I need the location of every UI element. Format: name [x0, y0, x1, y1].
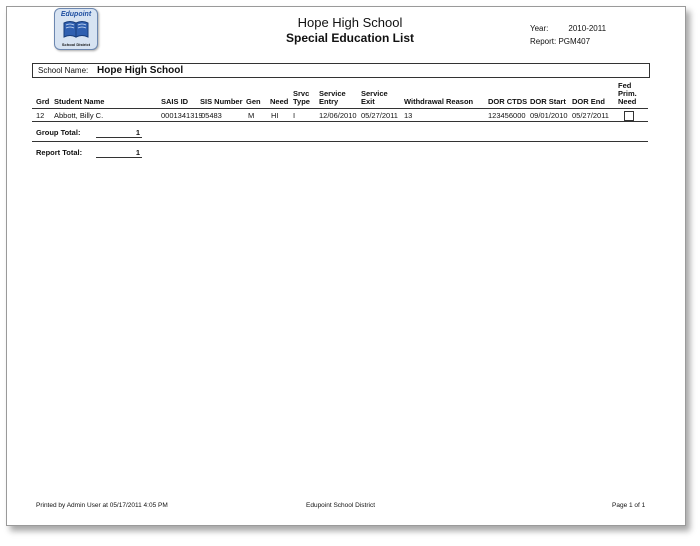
report-total-underline — [96, 157, 142, 158]
col-header-sis-number: SIS Number — [200, 97, 243, 106]
cell-sais-id: 0001341319 — [161, 111, 203, 120]
cell-withdrawal-reason: 13 — [404, 111, 413, 120]
district-logo: Edupoint School District — [54, 8, 98, 50]
group-total-label: Group Total: — [36, 128, 81, 137]
school-name-box: School Name: Hope High School — [32, 63, 650, 78]
report-label: Report: — [530, 37, 557, 46]
col-header-srvc-type: Srvc Type — [293, 90, 310, 106]
header-divider — [32, 108, 648, 109]
col-header-srvc-type-line2: Type — [293, 97, 310, 106]
cell-gen: M — [248, 111, 255, 120]
book-icon — [63, 21, 89, 38]
cell-service-entry: 12/06/2010 — [319, 111, 357, 120]
year-label: Year: — [530, 24, 549, 33]
col-header-service-exit-line2: Exit — [361, 97, 375, 106]
row-divider — [32, 121, 648, 122]
report-total-label: Report Total: — [36, 148, 83, 157]
year-value: 2010-2011 — [568, 24, 607, 33]
fed-prim-need-checkbox[interactable] — [624, 111, 634, 121]
cell-dor-start: 09/01/2010 — [530, 111, 568, 120]
col-header-gen: Gen — [246, 97, 261, 106]
group-total-value: 1 — [135, 128, 140, 137]
cell-sis-number: 05483 — [201, 111, 222, 120]
school-name-value: Hope High School — [97, 65, 184, 76]
cell-need: HI — [271, 111, 279, 120]
footer-page-number: Page 1 of 1 — [612, 502, 646, 509]
cell-srvc-type: I — [293, 111, 296, 120]
school-name-label: School Name: — [38, 66, 89, 75]
col-header-dor-end: DOR End — [572, 97, 605, 106]
group-total-underline — [96, 137, 142, 138]
logo-brand: Edupoint — [60, 11, 92, 18]
report-page — [6, 6, 686, 526]
col-header-dor-ctds: DOR CTDS — [488, 97, 528, 106]
report-code: PGM407 — [558, 37, 591, 46]
report-title: Special Education List — [285, 31, 415, 45]
cell-grd: 12 — [36, 111, 45, 120]
col-header-service-entry-line2: Entry — [319, 97, 339, 106]
cell-dor-ctds: 123456000 — [488, 111, 526, 120]
col-header-withdrawal-reason: Withdrawal Reason — [404, 97, 474, 106]
report-line: Report: PGM407 — [530, 37, 590, 46]
footer-district: Edupoint School District — [306, 502, 376, 509]
col-header-service-entry: Service Entry — [319, 90, 346, 106]
report-total-value: 1 — [135, 148, 140, 157]
cell-student-name: Abbott, Billy C. — [54, 111, 104, 120]
col-header-sais-id: SAIS ID — [161, 97, 189, 106]
footer-printed-by: Printed by Admin User at 05/17/2011 4:05… — [36, 502, 168, 509]
group-divider — [32, 141, 648, 142]
col-header-fed-prim-need: Fed Prim. Need — [618, 82, 637, 106]
col-header-fed-line3: Need — [618, 97, 637, 106]
col-header-service-exit: Service Exit — [361, 90, 388, 106]
col-header-need: Need — [270, 97, 289, 106]
cell-service-exit: 05/27/2011 — [361, 111, 398, 120]
school-title: Hope High School — [297, 15, 403, 30]
col-header-student-name: Student Name — [54, 97, 105, 106]
year-line: Year: 2010-2011 — [530, 24, 606, 33]
logo-subtitle: School District — [61, 42, 91, 47]
col-header-dor-start: DOR Start — [530, 97, 566, 106]
col-header-grd: Grd — [36, 97, 50, 106]
cell-dor-end: 05/27/2011 — [572, 111, 609, 120]
